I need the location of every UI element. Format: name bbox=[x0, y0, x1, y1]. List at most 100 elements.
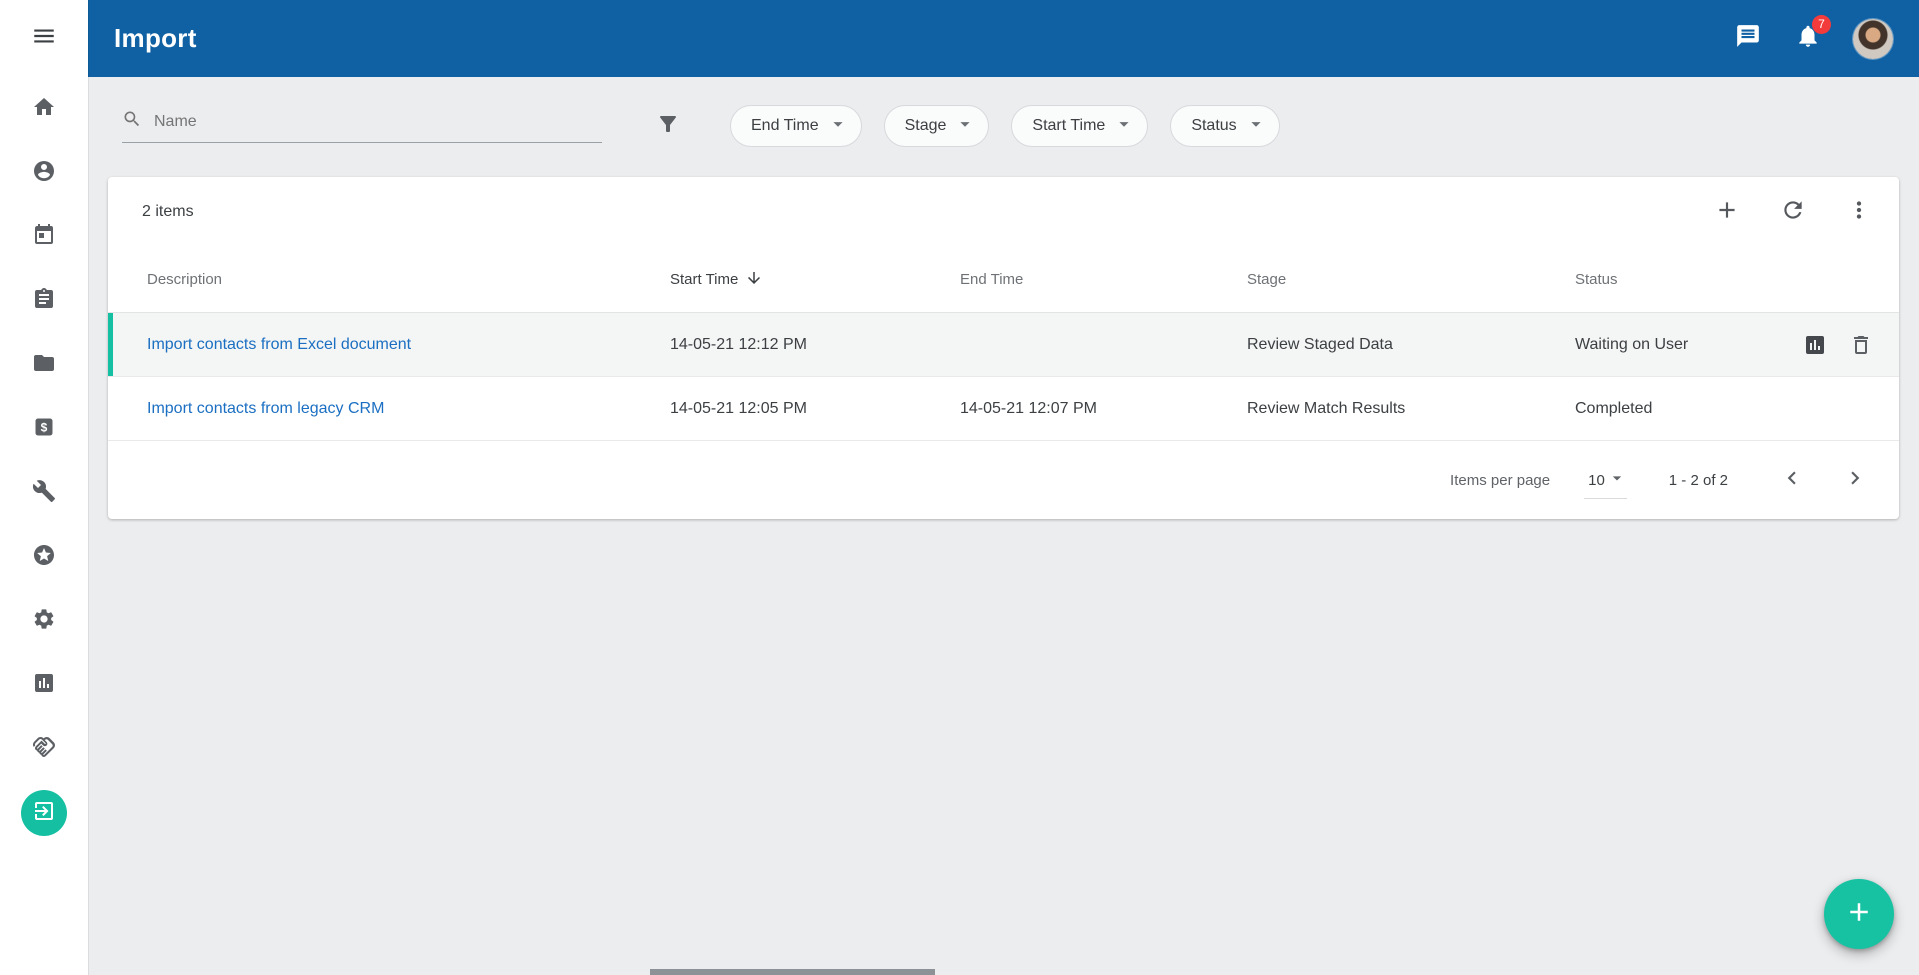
table-row[interactable]: Import contacts from legacy CRM 14-05-21… bbox=[108, 377, 1899, 441]
svg-text:$: $ bbox=[41, 420, 48, 434]
filter-pill-end-time[interactable]: End Time bbox=[730, 105, 862, 147]
clipboard-icon bbox=[32, 287, 56, 316]
page-title: Import bbox=[114, 23, 197, 54]
items-count: 2 items bbox=[142, 203, 194, 221]
dollar-icon: $ bbox=[32, 415, 56, 444]
app-root: $ Import bbox=[0, 0, 1919, 975]
table-header-row: Description Start Time End Time Stage St… bbox=[108, 247, 1899, 313]
fab-create-button[interactable] bbox=[1824, 879, 1894, 949]
search-icon bbox=[122, 109, 142, 134]
topbar-actions: 7 bbox=[1733, 19, 1893, 59]
pagination-bar: Items per page 10 1 - 2 of 2 bbox=[108, 441, 1899, 519]
table-row[interactable]: Import contacts from Excel document 14-0… bbox=[108, 313, 1899, 377]
chevron-right-icon bbox=[1842, 465, 1868, 495]
sidebar-item-home[interactable] bbox=[0, 77, 88, 141]
more-options-button[interactable] bbox=[1837, 190, 1881, 234]
folder-icon bbox=[32, 351, 56, 380]
sort-arrow-down-icon bbox=[745, 269, 763, 291]
add-button[interactable] bbox=[1705, 190, 1749, 234]
main-area: Import 7 End Time bbox=[88, 0, 1919, 975]
pill-label: Stage bbox=[905, 117, 947, 135]
chevron-down-icon bbox=[954, 113, 976, 140]
card-actions bbox=[1705, 190, 1881, 234]
messages-button[interactable] bbox=[1733, 24, 1763, 54]
column-header-end-time[interactable]: End Time bbox=[960, 271, 1247, 288]
row-start-time: 14-05-21 12:05 PM bbox=[670, 400, 960, 418]
card-header: 2 items bbox=[108, 177, 1899, 247]
sidebar-item-partners[interactable] bbox=[0, 717, 88, 781]
sidebar-item-import[interactable] bbox=[0, 781, 88, 845]
menu-button[interactable] bbox=[0, 0, 88, 77]
pill-label: Status bbox=[1191, 117, 1236, 135]
row-status: Waiting on User bbox=[1575, 336, 1688, 354]
column-header-stage[interactable]: Stage bbox=[1247, 271, 1575, 288]
sidebar-item-tasks[interactable] bbox=[0, 269, 88, 333]
items-per-page-value: 10 bbox=[1588, 472, 1605, 489]
filter-pill-start-time[interactable]: Start Time bbox=[1011, 105, 1148, 147]
row-stage: Review Match Results bbox=[1247, 400, 1575, 418]
filter-pill-status[interactable]: Status bbox=[1170, 105, 1279, 147]
pill-label: End Time bbox=[751, 117, 819, 135]
column-header-description[interactable]: Description bbox=[147, 271, 670, 288]
import-list-card: 2 items Description Start Time bbox=[108, 177, 1899, 519]
sidebar-item-favorites[interactable] bbox=[0, 525, 88, 589]
filter-pills: End Time Stage Start Time Status bbox=[730, 105, 1280, 147]
notifications-button[interactable]: 7 bbox=[1793, 24, 1823, 54]
funnel-icon bbox=[656, 112, 680, 141]
pagination-range-label: 1 - 2 of 2 bbox=[1669, 472, 1728, 489]
horizontal-scrollbar-thumb[interactable] bbox=[650, 969, 935, 975]
row-end-time: 14-05-21 12:07 PM bbox=[960, 400, 1247, 418]
chevron-left-icon bbox=[1779, 465, 1805, 495]
next-page-button[interactable] bbox=[1833, 458, 1877, 502]
sidebar-item-billing[interactable]: $ bbox=[0, 397, 88, 461]
column-header-start-time[interactable]: Start Time bbox=[670, 269, 960, 291]
items-per-page-label: Items per page bbox=[1450, 472, 1550, 489]
search-input[interactable] bbox=[152, 112, 602, 132]
person-icon bbox=[32, 159, 56, 188]
items-per-page-select[interactable]: 10 bbox=[1584, 461, 1627, 499]
wrench-icon bbox=[32, 479, 56, 508]
search-box bbox=[122, 109, 602, 143]
row-delete-button[interactable] bbox=[1847, 331, 1875, 359]
sidebar-item-reports[interactable] bbox=[0, 653, 88, 717]
sidebar-item-calendar[interactable] bbox=[0, 205, 88, 269]
avatar[interactable] bbox=[1853, 19, 1893, 59]
calendar-icon bbox=[32, 223, 56, 252]
filter-pill-stage[interactable]: Stage bbox=[884, 105, 990, 147]
row-description-link[interactable]: Import contacts from Excel document bbox=[147, 336, 411, 353]
refresh-button[interactable] bbox=[1771, 190, 1815, 234]
plus-icon bbox=[1714, 197, 1740, 228]
hamburger-icon bbox=[31, 23, 57, 54]
gear-icon bbox=[32, 607, 56, 636]
column-label: Start Time bbox=[670, 271, 738, 288]
sidebar-item-documents[interactable] bbox=[0, 333, 88, 397]
previous-page-button[interactable] bbox=[1770, 458, 1814, 502]
refresh-icon bbox=[1780, 197, 1806, 228]
import-exit-icon bbox=[32, 799, 56, 828]
bar-chart-icon bbox=[32, 671, 56, 700]
sidebar-item-contacts[interactable] bbox=[0, 141, 88, 205]
row-actions bbox=[1801, 331, 1875, 359]
handshake-icon bbox=[32, 735, 56, 764]
star-circle-icon bbox=[32, 543, 56, 572]
chevron-down-icon bbox=[1245, 113, 1267, 140]
plus-icon bbox=[1844, 897, 1874, 932]
sidebar-item-settings[interactable] bbox=[0, 589, 88, 653]
pill-label: Start Time bbox=[1032, 117, 1105, 135]
home-icon bbox=[32, 95, 56, 124]
sidebar: $ bbox=[0, 0, 88, 975]
row-description-link[interactable]: Import contacts from legacy CRM bbox=[147, 400, 384, 417]
row-start-time: 14-05-21 12:12 PM bbox=[670, 336, 960, 354]
filter-bar: End Time Stage Start Time Status bbox=[88, 77, 1919, 147]
row-status: Completed bbox=[1575, 400, 1652, 418]
chevron-down-icon bbox=[1607, 468, 1627, 492]
kebab-icon bbox=[1846, 197, 1872, 228]
filter-button[interactable] bbox=[656, 112, 680, 141]
chat-icon bbox=[1735, 23, 1761, 54]
row-stage: Review Staged Data bbox=[1247, 336, 1575, 354]
sidebar-item-tools[interactable] bbox=[0, 461, 88, 525]
notification-badge: 7 bbox=[1812, 15, 1831, 34]
column-header-status[interactable]: Status bbox=[1575, 271, 1875, 288]
import-active-bubble bbox=[21, 790, 67, 836]
row-chart-button[interactable] bbox=[1801, 331, 1829, 359]
